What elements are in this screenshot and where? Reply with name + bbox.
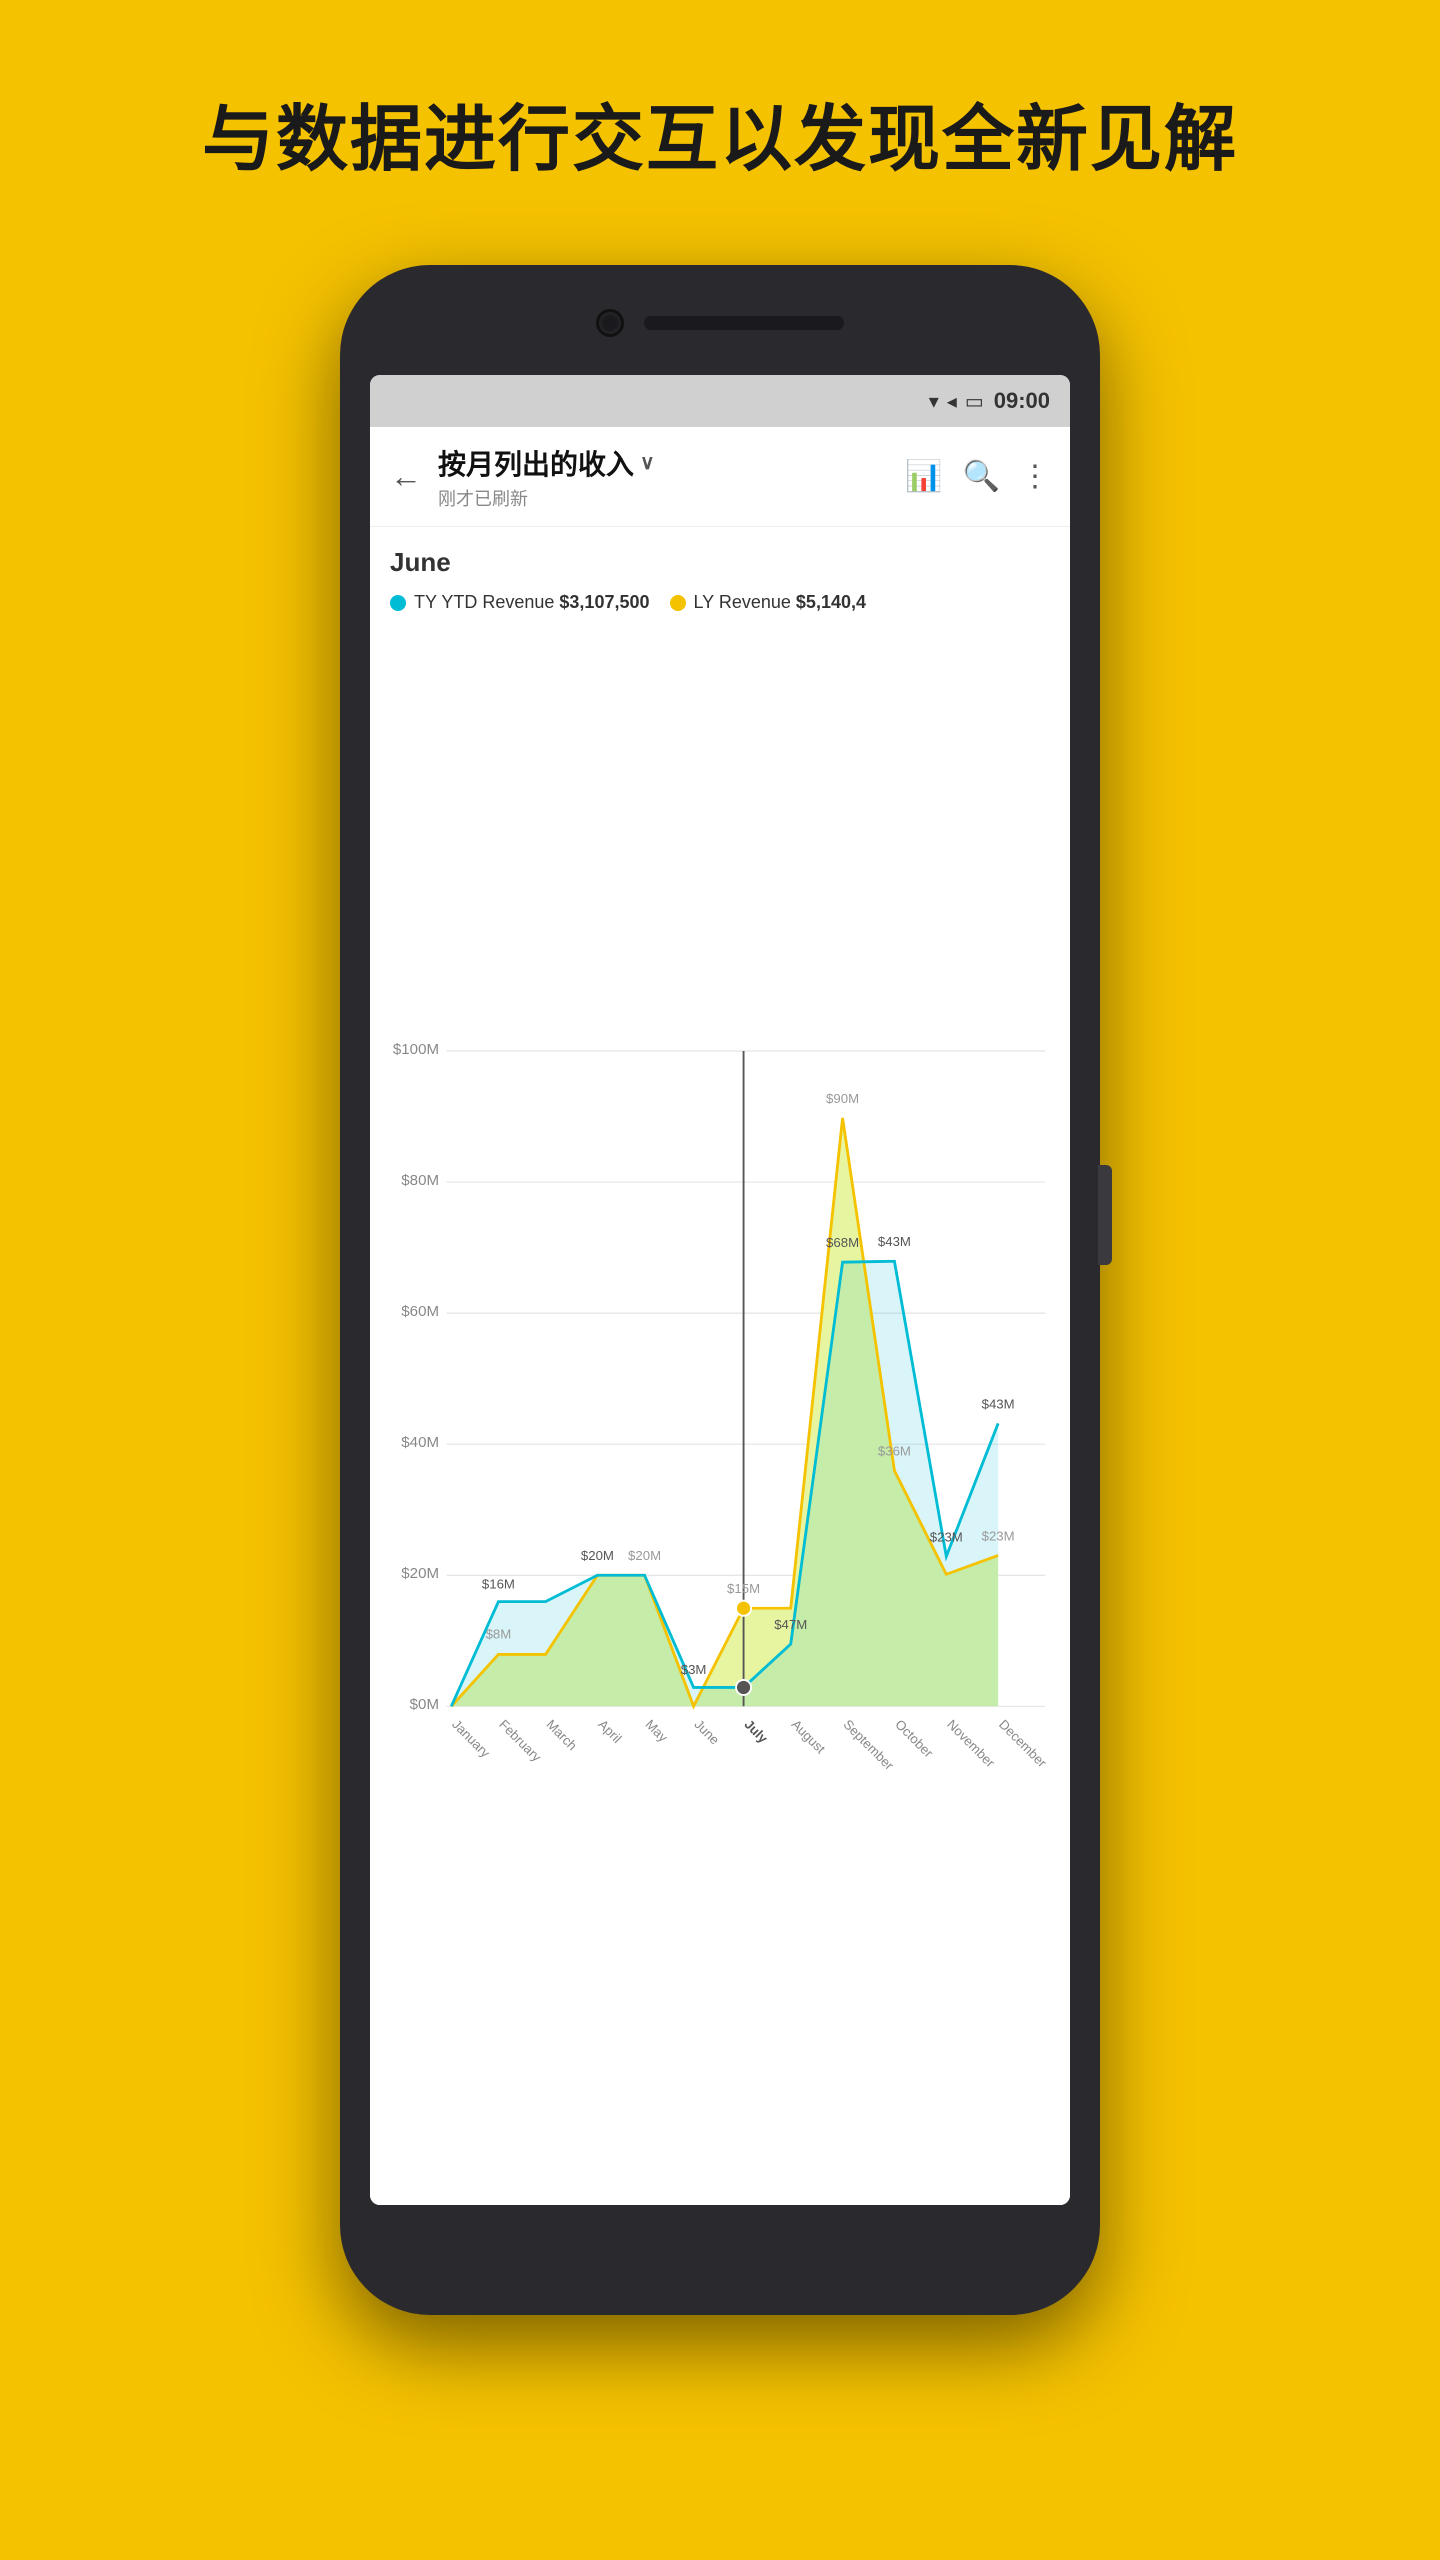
headline: 与数据进行交互以发现全新见解 (122, 80, 1318, 185)
chart-icon[interactable]: 📊 (905, 459, 942, 494)
chart-legend: TY YTD Revenue $3,107,500 LY Revenue $5,… (390, 592, 1050, 613)
svg-text:$68M: $68M (826, 1235, 859, 1250)
app-title: 按月列出的收入 ∨ (438, 443, 905, 483)
dropdown-icon[interactable]: ∨ (640, 450, 655, 475)
phone-screen: ▾ ◂ ▭ 09:00 ← 按月列出的收入 ∨ 刚才已刷新 📊 (370, 375, 1070, 2205)
july-yellow-point[interactable] (736, 1601, 751, 1616)
svg-text:$8M: $8M (486, 1626, 512, 1641)
svg-text:February: February (496, 1717, 544, 1765)
search-icon[interactable]: 🔍 (963, 459, 1000, 494)
svg-text:$43M: $43M (982, 1396, 1015, 1411)
svg-text:$40M: $40M (401, 1434, 439, 1451)
phone-shell: ▾ ◂ ▭ 09:00 ← 按月列出的收入 ∨ 刚才已刷新 📊 (340, 265, 1100, 2315)
svg-text:$90M: $90M (826, 1091, 859, 1106)
svg-text:$43M: $43M (878, 1234, 911, 1249)
more-icon[interactable]: ⋮ (1020, 459, 1050, 494)
svg-text:$15M: $15M (727, 1581, 760, 1596)
svg-text:$16M: $16M (482, 1576, 515, 1591)
legend-item-yellow: LY Revenue $5,140,4 (670, 592, 867, 613)
svg-text:November: November (944, 1717, 998, 1771)
svg-text:October: October (892, 1717, 936, 1761)
svg-text:$60M: $60M (401, 1303, 439, 1320)
svg-text:July: July (741, 1717, 771, 1747)
signal-icon: ◂ (947, 389, 957, 414)
legend-label-teal: TY YTD Revenue $3,107,500 (414, 592, 650, 613)
svg-text:$80M: $80M (401, 1172, 439, 1189)
legend-dot-yellow (670, 595, 686, 611)
svg-text:$0M: $0M (410, 1696, 439, 1713)
camera (596, 309, 624, 337)
svg-text:December: December (996, 1717, 1050, 1771)
svg-text:September: September (840, 1717, 897, 1774)
wifi-icon: ▾ (929, 389, 939, 414)
svg-text:$47M: $47M (774, 1617, 807, 1632)
side-button (1098, 1165, 1112, 1265)
svg-text:April: April (595, 1717, 624, 1746)
svg-text:$36M: $36M (878, 1443, 911, 1458)
svg-text:August: August (789, 1717, 829, 1757)
svg-text:$100M: $100M (393, 1041, 439, 1058)
svg-text:January: January (449, 1717, 493, 1761)
back-button[interactable]: ← (390, 458, 422, 495)
svg-text:$23M: $23M (982, 1528, 1015, 1543)
legend-label-yellow: LY Revenue $5,140,4 (694, 592, 867, 613)
phone-mockup: ▾ ◂ ▭ 09:00 ← 按月列出的收入 ∨ 刚才已刷新 📊 (340, 265, 1100, 2315)
line-chart[interactable]: $100M $80M $60M $40M $20M $0M (390, 633, 1050, 2195)
svg-text:$20M: $20M (628, 1548, 661, 1563)
title-text: 按月列出的收入 (438, 443, 634, 483)
speaker (644, 316, 844, 330)
svg-text:March: March (543, 1717, 580, 1754)
chart-month-label: June (390, 547, 1050, 578)
svg-text:June: June (691, 1717, 722, 1748)
phone-top (470, 293, 970, 353)
status-bar: ▾ ◂ ▭ 09:00 (370, 375, 1070, 427)
svg-text:$3M: $3M (681, 1662, 707, 1677)
app-bar: ← 按月列出的收入 ∨ 刚才已刷新 📊 🔍 ⋮ (370, 427, 1070, 527)
status-icons: ▾ ◂ ▭ (929, 389, 984, 414)
battery-icon: ▭ (965, 389, 984, 414)
svg-text:$20M: $20M (581, 1548, 614, 1563)
content-area: June TY YTD Revenue $3,107,500 LY Revenu… (370, 527, 1070, 2205)
status-time: 09:00 (994, 388, 1050, 414)
svg-text:$20M: $20M (401, 1565, 439, 1582)
legend-dot-teal (390, 595, 406, 611)
svg-text:May: May (642, 1717, 671, 1746)
july-teal-point[interactable] (736, 1680, 751, 1695)
chart-container[interactable]: $100M $80M $60M $40M $20M $0M (390, 633, 1050, 2195)
app-subtitle: 刚才已刷新 (438, 485, 905, 511)
svg-text:$23M: $23M (930, 1529, 963, 1544)
legend-item-teal: TY YTD Revenue $3,107,500 (390, 592, 650, 613)
title-area: 按月列出的收入 ∨ 刚才已刷新 (438, 443, 905, 511)
app-bar-actions: 📊 🔍 ⋮ (905, 459, 1050, 494)
